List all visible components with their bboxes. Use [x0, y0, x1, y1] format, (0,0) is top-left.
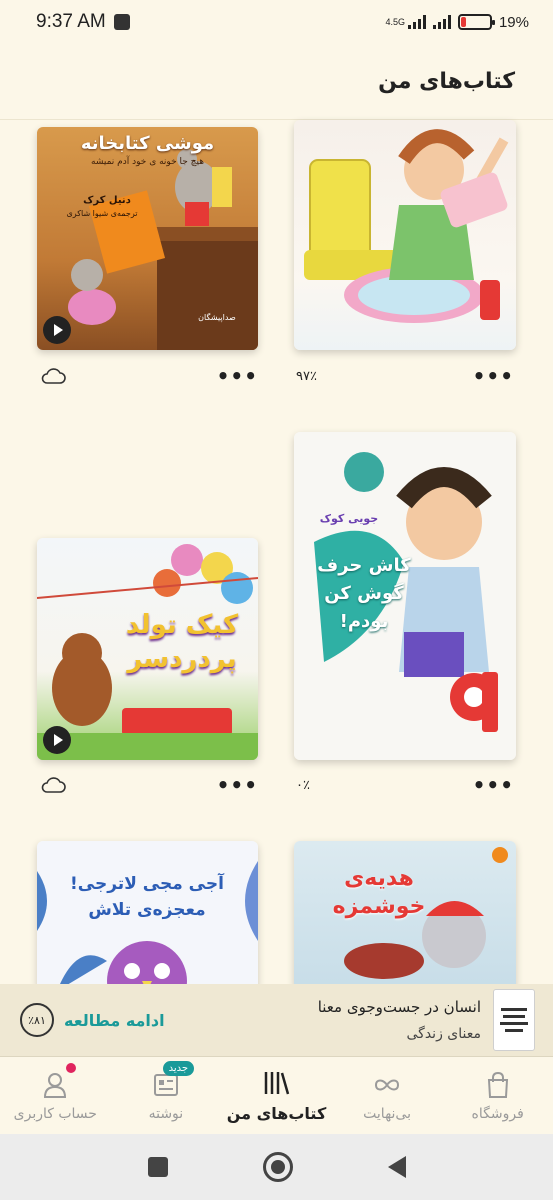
- page-title: کتاب‌های من: [378, 69, 515, 94]
- book-cover-subtitle: هیچ جا خونه ی خود آدم نمیشه: [91, 157, 204, 167]
- book-progress: ۰٪: [296, 777, 310, 793]
- continue-reading-button[interactable]: ادامه مطالعه: [64, 1011, 165, 1030]
- book-cover-title: کاش حرف گوش کن بودم!: [317, 555, 411, 632]
- reading-progress-text: ٪۸۱: [28, 1013, 46, 1027]
- system-navigation-bar: [0, 1134, 553, 1200]
- cloud-icon[interactable]: [40, 776, 66, 794]
- nav-label-account: حساب کاربری: [13, 1105, 97, 1122]
- book-meta-row: ۰٪ •••: [296, 773, 514, 797]
- status-time: 9:37 AM: [36, 11, 106, 32]
- play-audio-button[interactable]: [43, 316, 71, 344]
- book-cover[interactable]: موشی کتابخانه هیچ جا خونه ی خود آدم نمیش…: [37, 127, 258, 350]
- more-options-icon[interactable]: •••: [217, 775, 258, 795]
- continue-reading-bar[interactable]: ٪۸۱ ادامه مطالعه انسان در جست‌وجوی معنا …: [0, 984, 553, 1056]
- book-cover-translator: ترجمه‌ی شیوا شاکری: [66, 209, 138, 218]
- infinity-icon: [375, 1079, 400, 1090]
- battery-percent: 19%: [498, 13, 529, 31]
- nav-item-infinity[interactable]: بی‌نهایت: [332, 1057, 443, 1134]
- nav-label-store: فروشگاه: [471, 1105, 524, 1122]
- book-cover[interactable]: [294, 120, 516, 350]
- continue-reading-info: انسان در جست‌وجوی معنا معنای زندگی: [318, 998, 481, 1042]
- user-icon: [44, 1072, 67, 1098]
- book-cover-title: هدیه‌ی خوشمزه: [332, 866, 426, 919]
- book-cover-title: کیک تولد پردردسر: [125, 610, 239, 674]
- nav-item-my-books[interactable]: کتاب‌های من: [221, 1057, 332, 1134]
- library-icon: [265, 1072, 290, 1095]
- book-cover[interactable]: آجی مجی لاترجی! معجزه‌ی تلاش: [37, 841, 258, 991]
- nav-item-store[interactable]: فروشگاه: [442, 1057, 553, 1134]
- book-illustration: [304, 129, 509, 323]
- book-meta-row: •••: [40, 364, 258, 388]
- book-cover-title: موشی کتابخانه: [80, 133, 215, 154]
- book-cover[interactable]: کاش حرف گوش کن بودم! جویی کوک: [294, 432, 516, 760]
- cloud-icon[interactable]: [40, 367, 66, 385]
- book-cover-author: دنیل کرک: [83, 195, 131, 206]
- notification-dot: [66, 1063, 76, 1073]
- bottom-navigation: حساب کاربری جدید نوشته کتاب‌های من بی‌نه…: [0, 1056, 553, 1134]
- book-cover-subtitle: جویی کوک: [319, 512, 379, 525]
- status-bar: 9:37 AM 4.5G 19%: [0, 0, 553, 44]
- notification-icon: [113, 14, 130, 30]
- back-button[interactable]: [387, 1156, 406, 1178]
- network-type: 4.5G: [385, 16, 405, 27]
- play-audio-button[interactable]: [43, 726, 71, 754]
- book-cover-title: آجی مجی لاترجی! معجزه‌ی تلاش: [70, 874, 224, 920]
- new-badge: جدید: [162, 1061, 195, 1076]
- shopping-bag-icon: [487, 1071, 508, 1098]
- nav-label-notes: نوشته: [148, 1105, 184, 1122]
- continue-book-subtitle: معنای زندگی: [406, 1026, 482, 1042]
- nav-item-notes[interactable]: جدید نوشته: [111, 1057, 222, 1134]
- recent-apps-button[interactable]: [147, 1157, 168, 1177]
- more-options-icon[interactable]: •••: [473, 775, 514, 795]
- more-options-icon[interactable]: •••: [217, 366, 258, 386]
- reading-progress-ring: ٪۸۱: [20, 1003, 54, 1037]
- book-cover-narrators: صداپیشگان: [198, 313, 236, 322]
- home-button[interactable]: [262, 1152, 293, 1182]
- continue-book-title: انسان در جست‌وجوی معنا: [317, 998, 481, 1016]
- book-meta-row: •••: [40, 773, 258, 797]
- signal-icon: [407, 15, 426, 29]
- page-header: کتاب‌های من: [0, 44, 553, 120]
- signal-icon-2: [432, 15, 451, 29]
- battery-icon: [457, 14, 495, 30]
- book-progress: ۹۷٪: [296, 368, 317, 384]
- book-cover[interactable]: کیک تولد پردردسر: [37, 538, 258, 760]
- nav-item-account[interactable]: حساب کاربری: [0, 1057, 111, 1134]
- book-cover[interactable]: هدیه‌ی خوشمزه: [294, 841, 516, 991]
- more-options-icon[interactable]: •••: [473, 366, 514, 386]
- nav-label-infinity: بی‌نهایت: [363, 1105, 411, 1122]
- continue-book-thumbnail: [493, 989, 535, 1051]
- nav-label-my-books: کتاب‌های من: [226, 1104, 327, 1123]
- book-meta-row: ۹۷٪ •••: [296, 364, 514, 388]
